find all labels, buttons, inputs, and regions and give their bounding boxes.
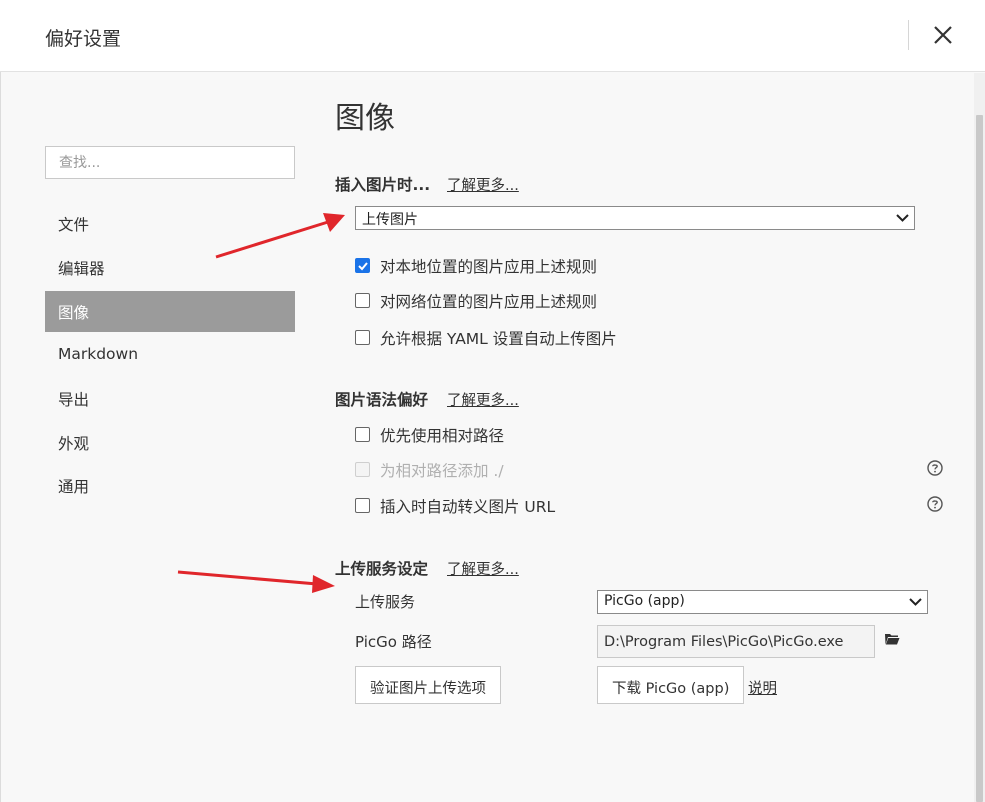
add-dot-slash-option: 为相对路径添加 ./: [355, 459, 755, 483]
help-icon[interactable]: [927, 496, 943, 512]
upload-learn-more-link[interactable]: 了解更多...: [447, 558, 519, 579]
upload-section-title: 上传服务设定: [335, 560, 429, 578]
help-icon[interactable]: [927, 460, 943, 476]
upload-service-value: PicGo (app): [604, 593, 685, 609]
sidebar-item-label: 图像: [58, 304, 90, 322]
sidebar-item-image[interactable]: 图像: [45, 291, 295, 332]
yaml-auto-upload-option[interactable]: 允许根据 YAML 设置自动上传图片: [355, 327, 755, 351]
escape-url-option[interactable]: 插入时自动转义图片 URL: [355, 495, 755, 519]
apply-network-checkbox[interactable]: [355, 293, 370, 308]
insert-action-value: 上传图片: [362, 212, 418, 228]
apply-network-option[interactable]: 对网络位置的图片应用上述规则: [355, 290, 755, 314]
sidebar-item-label: Markdown: [58, 345, 139, 363]
search-input[interactable]: [45, 146, 295, 179]
prefer-relative-checkbox[interactable]: [355, 427, 370, 442]
sidebar-item-editor[interactable]: 编辑器: [45, 247, 295, 288]
sidebar-item-markdown[interactable]: Markdown: [45, 335, 295, 376]
chevron-down-icon: [909, 598, 922, 606]
apply-local-label: 对本地位置的图片应用上述规则: [380, 258, 598, 276]
apply-local-option[interactable]: 对本地位置的图片应用上述规则: [355, 255, 755, 279]
annotation-arrow-icon: [177, 570, 335, 593]
insert-learn-more-link[interactable]: 了解更多...: [447, 174, 519, 195]
title-bar: 偏好设置: [0, 0, 985, 72]
picgo-path-label: PicGo 路径: [355, 633, 432, 651]
sidebar-item-general[interactable]: 通用: [45, 465, 295, 506]
sidebar-item-label: 通用: [58, 478, 90, 496]
scrollbar-thumb[interactable]: [976, 115, 983, 802]
upload-service-select[interactable]: PicGo (app): [597, 590, 928, 614]
insert-action-select[interactable]: 上传图片: [355, 206, 915, 230]
insert-section-title: 插入图片时...: [335, 176, 431, 194]
prefer-relative-option[interactable]: 优先使用相对路径: [355, 424, 755, 448]
yaml-auto-upload-label: 允许根据 YAML 设置自动上传图片: [380, 330, 617, 348]
upload-service-label: 上传服务: [355, 593, 416, 611]
verify-upload-button[interactable]: 验证图片上传选项: [355, 666, 501, 704]
sidebar-item-label: 外观: [58, 435, 90, 453]
yaml-auto-upload-checkbox[interactable]: [355, 330, 370, 345]
explain-link[interactable]: 说明: [748, 677, 777, 698]
escape-url-checkbox[interactable]: [355, 498, 370, 513]
syntax-section-title: 图片语法偏好: [335, 391, 429, 409]
close-icon: [934, 26, 952, 44]
sidebar-item-label: 编辑器: [58, 260, 105, 278]
picgo-path-input[interactable]: [597, 625, 875, 658]
folder-icon[interactable]: [884, 632, 900, 646]
checkmark-icon: [358, 262, 368, 271]
apply-network-label: 对网络位置的图片应用上述规则: [380, 293, 598, 311]
sidebar-item-export[interactable]: 导出: [45, 378, 295, 419]
window-title: 偏好设置: [45, 28, 122, 50]
escape-url-label: 插入时自动转义图片 URL: [380, 498, 556, 516]
window-border: [0, 72, 1, 802]
close-button[interactable]: [926, 19, 960, 53]
download-picgo-button[interactable]: 下载 PicGo (app): [597, 666, 745, 704]
apply-local-checkbox[interactable]: [355, 258, 370, 273]
add-dot-slash-label: 为相对路径添加 ./: [380, 462, 504, 480]
syntax-learn-more-link[interactable]: 了解更多...: [447, 389, 519, 410]
add-dot-slash-checkbox: [355, 462, 370, 477]
sidebar-item-appearance[interactable]: 外观: [45, 422, 295, 463]
prefer-relative-label: 优先使用相对路径: [380, 427, 505, 445]
chevron-down-icon: [896, 214, 909, 222]
page-title: 图像: [335, 101, 395, 136]
scrollbar[interactable]: [974, 73, 985, 802]
title-separator: [908, 20, 909, 50]
sidebar-item-label: 导出: [58, 391, 90, 409]
sidebar-item-file[interactable]: 文件: [45, 203, 295, 244]
sidebar-item-label: 文件: [58, 216, 90, 234]
